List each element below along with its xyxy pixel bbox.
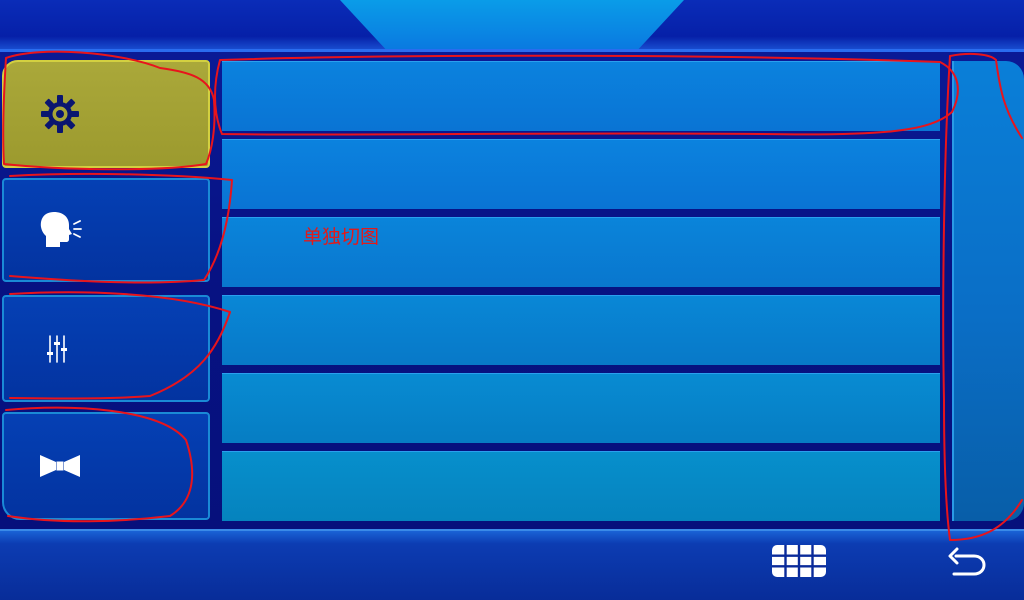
speaking-head-icon <box>40 212 82 247</box>
sidebar-item-settings[interactable] <box>2 60 210 168</box>
list-row-2[interactable] <box>222 139 940 209</box>
back-arrow-icon <box>948 547 986 576</box>
scroll-panel[interactable] <box>952 61 1024 521</box>
bottom-bar <box>0 529 1024 600</box>
sidebar-item-mode[interactable] <box>2 412 210 520</box>
grid-menu-icon <box>772 545 826 577</box>
grid-menu-button[interactable] <box>772 545 826 577</box>
list-row-6[interactable] <box>222 451 940 521</box>
sidebar-item-equalizer[interactable] <box>2 295 210 402</box>
top-title-tab <box>340 0 684 52</box>
sidebar-item-voice[interactable] <box>2 178 210 282</box>
screen: 单独切图 <box>0 0 1024 600</box>
annotation-text: 单独切图 <box>303 226 380 248</box>
list-row-5[interactable] <box>222 373 940 443</box>
back-button[interactable] <box>946 546 988 578</box>
gear-icon <box>41 95 79 133</box>
list-row-4[interactable] <box>222 295 940 365</box>
equalizer-sliders-icon <box>47 334 67 363</box>
list-row-1[interactable] <box>222 61 940 131</box>
top-divider <box>0 49 1024 52</box>
bowtie-icon <box>40 455 80 477</box>
